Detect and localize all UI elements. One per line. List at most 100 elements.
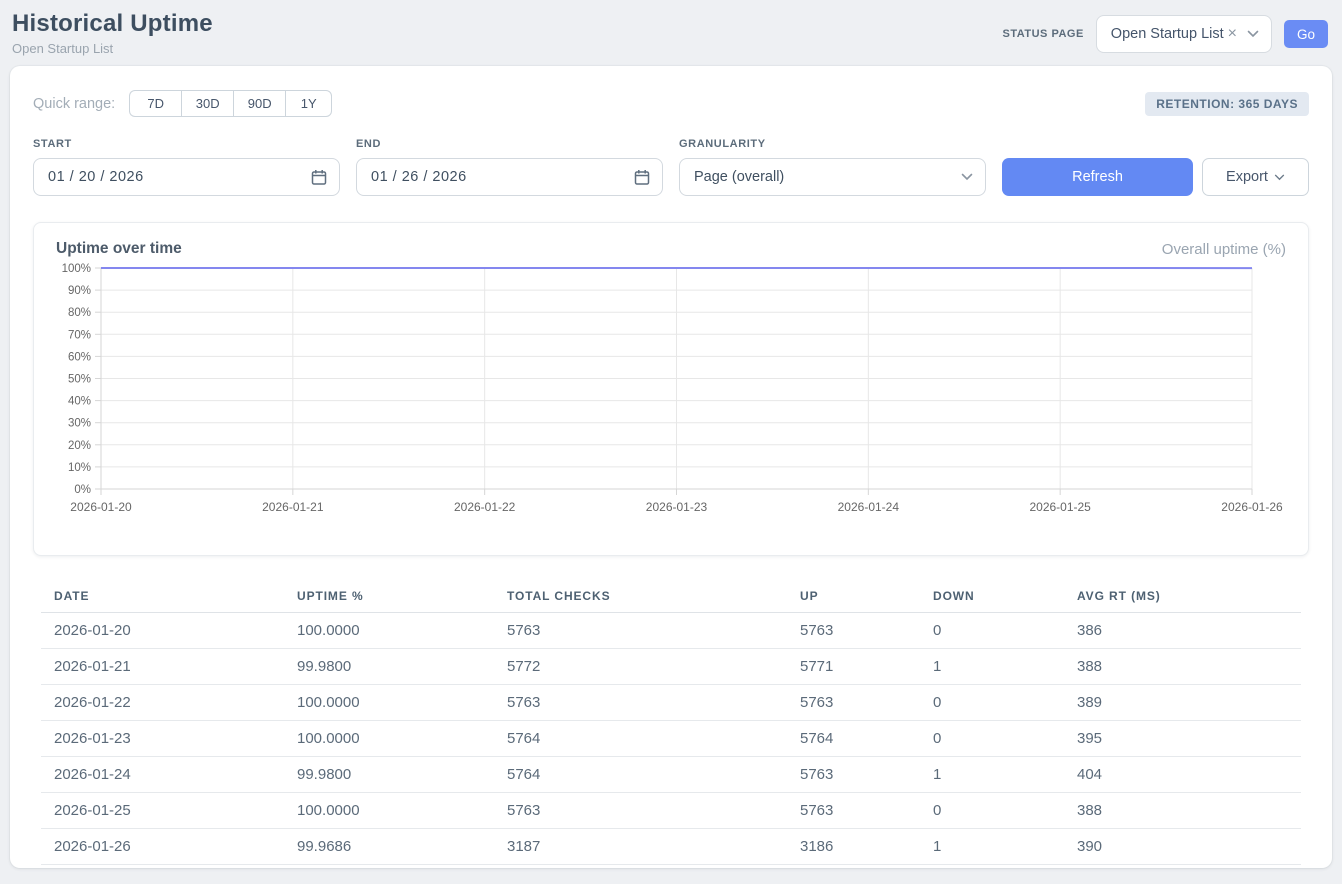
quick-range-button-1y[interactable]: 1Y (285, 90, 332, 117)
table-cell: 100.0000 (284, 685, 494, 721)
table-header-row: DATEUPTIME %TOTAL CHECKSUPDOWNAVG RT (MS… (41, 582, 1301, 613)
main-card: Quick range: 7D30D90D1Y RETENTION: 365 D… (10, 66, 1332, 868)
table-cell: 388 (1064, 649, 1301, 685)
y-axis-tick-label: 10% (68, 462, 91, 474)
table-cell: 5771 (787, 649, 920, 685)
table-cell: 388 (1064, 793, 1301, 829)
table-cell: 5763 (787, 757, 920, 793)
clear-icon[interactable]: × (1228, 26, 1237, 42)
y-axis-tick-label: 70% (68, 329, 91, 341)
chevron-down-icon (1247, 30, 1259, 38)
column-header: TOTAL CHECKS (494, 582, 787, 613)
table-row: 2026-01-2699.9686318731861390 (41, 829, 1301, 865)
granularity-select[interactable]: Page (overall) (679, 158, 986, 196)
calendar-icon[interactable] (634, 169, 650, 186)
table-body: 2026-01-20100.00005763576303862026-01-21… (41, 613, 1301, 865)
title-block: Historical Uptime Open Startup List (12, 10, 213, 56)
table-row: 2026-01-25100.0000576357630388 (41, 793, 1301, 829)
table-cell: 2026-01-26 (41, 829, 284, 865)
go-button[interactable]: Go (1284, 20, 1328, 48)
y-axis-tick-label: 30% (68, 418, 91, 430)
chart-title: Uptime over time (56, 240, 182, 258)
x-axis-tick-label: 2026-01-21 (262, 500, 324, 514)
start-date-field: START 01 / 20 / 2026 (33, 138, 340, 196)
export-button[interactable]: Export (1202, 158, 1309, 196)
table-row: 2026-01-2199.9800577257711388 (41, 649, 1301, 685)
start-date-input[interactable]: 01 / 20 / 2026 (33, 158, 340, 196)
chart-legend: Overall uptime (%) (1162, 241, 1286, 258)
status-page-label: STATUS PAGE (1003, 28, 1084, 40)
table-cell: 100.0000 (284, 613, 494, 649)
calendar-icon[interactable] (311, 169, 327, 186)
uptime-line-chart: 0%10%20%30%40%50%60%70%80%90%100%2026-01… (34, 258, 1308, 530)
refresh-button[interactable]: Refresh (1002, 158, 1193, 196)
table-cell: 5764 (494, 757, 787, 793)
y-axis-tick-label: 40% (68, 396, 91, 408)
table-cell: 2026-01-23 (41, 721, 284, 757)
chevron-down-icon (961, 173, 973, 181)
x-axis-tick-label: 2026-01-25 (1029, 500, 1091, 514)
end-date-input[interactable]: 01 / 26 / 2026 (356, 158, 663, 196)
end-date-field: END 01 / 26 / 2026 (356, 138, 663, 196)
y-axis-tick-label: 90% (68, 285, 91, 297)
quick-range-button-7d[interactable]: 7D (129, 90, 181, 117)
column-header: UP (787, 582, 920, 613)
table-cell: 404 (1064, 757, 1301, 793)
x-axis-tick-label: 2026-01-20 (70, 500, 132, 514)
table-cell: 2026-01-21 (41, 649, 284, 685)
x-axis-tick-label: 2026-01-22 (454, 500, 516, 514)
page-subtitle: Open Startup List (12, 41, 213, 56)
status-page-area: STATUS PAGE Open Startup List × Go (1003, 15, 1328, 53)
table-cell: 5763 (787, 793, 920, 829)
table-cell: 390 (1064, 829, 1301, 865)
page-title: Historical Uptime (12, 10, 213, 38)
x-axis-tick-label: 2026-01-26 (1221, 500, 1283, 514)
column-header: DOWN (920, 582, 1064, 613)
table-cell: 386 (1064, 613, 1301, 649)
table-cell: 0 (920, 721, 1064, 757)
table-row: 2026-01-23100.0000576457640395 (41, 721, 1301, 757)
x-axis-tick-label: 2026-01-23 (646, 500, 708, 514)
table-row: 2026-01-22100.0000576357630389 (41, 685, 1301, 721)
table-cell: 0 (920, 685, 1064, 721)
table-cell: 389 (1064, 685, 1301, 721)
table-cell: 0 (920, 793, 1064, 829)
table-cell: 3187 (494, 829, 787, 865)
table-cell: 1 (920, 829, 1064, 865)
end-date-value: 01 / 26 / 2026 (371, 169, 467, 185)
granularity-field: GRANULARITY Page (overall) (679, 138, 986, 196)
page-header: Historical Uptime Open Startup List STAT… (0, 0, 1342, 62)
column-header: DATE (41, 582, 284, 613)
table-row: 2026-01-20100.0000576357630386 (41, 613, 1301, 649)
table-cell: 100.0000 (284, 721, 494, 757)
status-page-select[interactable]: Open Startup List × (1096, 15, 1272, 53)
table-cell: 5763 (787, 685, 920, 721)
y-axis-tick-label: 60% (68, 351, 91, 363)
column-header: AVG RT (MS) (1064, 582, 1301, 613)
y-axis-tick-label: 100% (62, 263, 91, 275)
uptime-table-wrap: DATEUPTIME %TOTAL CHECKSUPDOWNAVG RT (MS… (33, 582, 1309, 865)
quick-range-button-30d[interactable]: 30D (181, 90, 233, 117)
table-cell: 2026-01-22 (41, 685, 284, 721)
status-page-selected-value: Open Startup List (1111, 26, 1224, 42)
quick-range-row: Quick range: 7D30D90D1Y RETENTION: 365 D… (33, 90, 1309, 117)
table-cell: 3186 (787, 829, 920, 865)
table-cell: 5763 (494, 685, 787, 721)
quick-range-group: 7D30D90D1Y (129, 90, 332, 117)
uptime-chart-card: Uptime over time Overall uptime (%) 0%10… (33, 222, 1309, 556)
table-cell: 1 (920, 757, 1064, 793)
table-cell: 2026-01-25 (41, 793, 284, 829)
y-axis-tick-label: 50% (68, 374, 91, 386)
table-row: 2026-01-2499.9800576457631404 (41, 757, 1301, 793)
table-cell: 5764 (494, 721, 787, 757)
table-cell: 5772 (494, 649, 787, 685)
table-cell: 395 (1064, 721, 1301, 757)
table-cell: 5763 (494, 613, 787, 649)
chevron-down-icon (1274, 174, 1285, 181)
column-header: UPTIME % (284, 582, 494, 613)
quick-range-button-90d[interactable]: 90D (233, 90, 285, 117)
y-axis-tick-label: 80% (68, 307, 91, 319)
export-button-label: Export (1226, 169, 1268, 185)
x-axis-tick-label: 2026-01-24 (838, 500, 900, 514)
table-cell: 99.9800 (284, 649, 494, 685)
